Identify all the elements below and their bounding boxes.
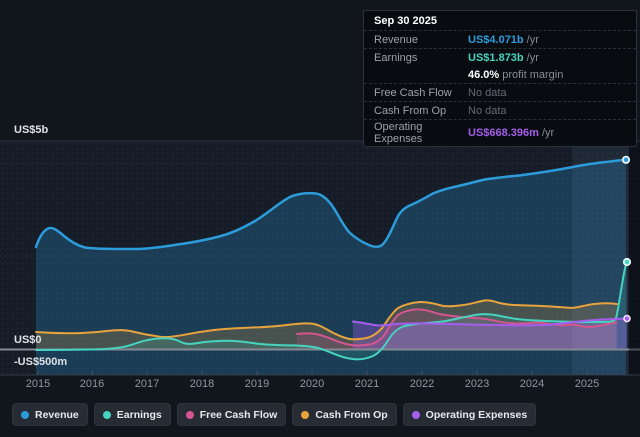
- tooltip-row-free-cash-flow: Free Cash Flow No data: [364, 84, 636, 102]
- legend-item-cash-from-op[interactable]: Cash From Op: [292, 403, 396, 426]
- tooltip-row-operating-expenses: Operating Expenses US$668.396m /yr: [364, 120, 636, 146]
- tooltip-value: US$4.071b: [468, 34, 524, 46]
- legend-label: Operating Expenses: [426, 409, 528, 421]
- tooltip-label: Earnings: [374, 52, 468, 64]
- x-axis-label-2025: 2025: [565, 378, 609, 390]
- x-axis-label-2023: 2023: [455, 378, 499, 390]
- x-axis-label-2016: 2016: [70, 378, 114, 390]
- x-axis-label-2018: 2018: [180, 378, 224, 390]
- tooltip-row-earnings: Earnings US$1.873b /yr: [364, 49, 636, 66]
- cash-from-op-color-dot-icon: [301, 411, 309, 419]
- tooltip-row-revenue: Revenue US$4.071b /yr: [364, 31, 636, 49]
- data-tooltip: Sep 30 2025 Revenue US$4.071b /yr Earnin…: [363, 10, 637, 147]
- tooltip-label: Operating Expenses: [374, 121, 468, 145]
- y-axis-label-neg500m: -US$500m: [14, 356, 67, 368]
- tooltip-value: US$668.396m: [468, 127, 539, 139]
- legend-item-revenue[interactable]: Revenue: [12, 403, 88, 426]
- tooltip-label: Cash From Op: [374, 105, 468, 117]
- tooltip-value: No data: [468, 87, 507, 99]
- legend-label: Free Cash Flow: [200, 409, 278, 421]
- earnings-color-dot-icon: [103, 411, 111, 419]
- free-cash-flow-color-dot-icon: [186, 411, 194, 419]
- x-axis-label-2020: 2020: [290, 378, 334, 390]
- legend-label: Cash From Op: [315, 409, 387, 421]
- tooltip-value: US$1.873b: [468, 52, 524, 64]
- y-axis-label-5b: US$5b: [14, 124, 48, 136]
- x-axis-label-2022: 2022: [400, 378, 444, 390]
- legend-item-operating-expenses[interactable]: Operating Expenses: [403, 403, 537, 426]
- legend-item-earnings[interactable]: Earnings: [94, 403, 171, 426]
- tooltip-label: Revenue: [374, 34, 468, 46]
- y-axis-label-0: US$0: [14, 334, 42, 346]
- x-axis-label-2024: 2024: [510, 378, 554, 390]
- chart-legend: Revenue Earnings Free Cash Flow Cash Fro…: [12, 403, 536, 426]
- tooltip-value: No data: [468, 105, 507, 117]
- plot-area[interactable]: [0, 141, 640, 375]
- x-axis-label-2019: 2019: [235, 378, 279, 390]
- tooltip-date: Sep 30 2025: [364, 11, 636, 31]
- tooltip-suffix: /yr: [527, 52, 539, 64]
- tooltip-label: Free Cash Flow: [374, 87, 468, 99]
- tooltip-row-cash-from-op: Cash From Op No data: [364, 102, 636, 120]
- legend-item-free-cash-flow[interactable]: Free Cash Flow: [177, 403, 287, 426]
- x-axis-label-2021: 2021: [345, 378, 389, 390]
- legend-label: Earnings: [117, 409, 162, 421]
- tooltip-suffix: /yr: [527, 34, 539, 46]
- x-axis-label-2017: 2017: [125, 378, 169, 390]
- tooltip-suffix: profit margin: [502, 69, 563, 81]
- tooltip-suffix: /yr: [542, 127, 554, 139]
- revenue-color-dot-icon: [21, 411, 29, 419]
- operating-expenses-color-dot-icon: [412, 411, 420, 419]
- earnings-revenue-history-chart: US$5b US$0 -US$500m 2015 2016 2017 2018 …: [0, 0, 640, 437]
- legend-label: Revenue: [35, 409, 79, 421]
- tooltip-value: 46.0%: [468, 69, 499, 81]
- tooltip-row-profit-margin: 46.0% profit margin: [364, 66, 636, 84]
- x-axis-label-2015: 2015: [16, 378, 60, 390]
